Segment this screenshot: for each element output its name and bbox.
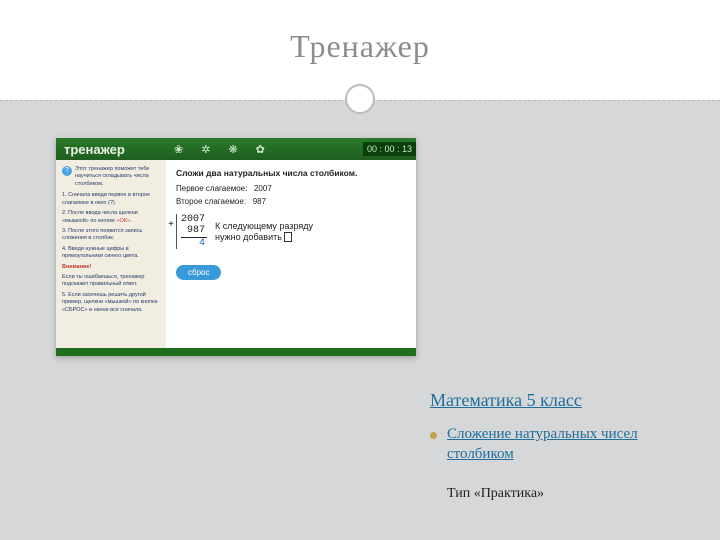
trainer-bottombar xyxy=(56,348,416,356)
trainer-step: 5. Если захочешь решить другой пример, щ… xyxy=(62,292,160,314)
trainer-intro: Этот тренажер поможет тебе научиться скл… xyxy=(75,166,160,188)
trainer-timer: 00 : 00 : 13 xyxy=(363,142,416,156)
slide-title: Тренажер xyxy=(0,0,720,65)
answer-box-icon xyxy=(284,232,292,242)
calc-result: 4 xyxy=(181,238,207,249)
trainer-body: ? Этот тренажер поможет тебе научиться с… xyxy=(56,160,416,348)
slide: Тренажер тренажер ❀ ✲ ❋ ✿ 00 : 00 : 13 ?… xyxy=(0,0,720,540)
trainer-topbar-icons: ❀ ✲ ❋ ✿ xyxy=(166,143,363,156)
bullet-icon xyxy=(430,432,437,439)
trainer-sidebar: ? Этот тренажер поможет тебе научиться с… xyxy=(56,160,166,348)
reset-button[interactable]: сброс xyxy=(176,265,221,280)
calc-n1: 2007 xyxy=(181,214,207,225)
calc-hint: К следующему разряду нужно добавить xyxy=(215,221,313,243)
link-topic[interactable]: Сложение натуральных чисел столбиком xyxy=(447,425,680,464)
trainer-main: Сложи два натуральных числа столбиком. П… xyxy=(166,160,416,348)
trainer-warning-label: Внимание! xyxy=(62,264,160,271)
trainer-step: 3. После этого появится запись сложения … xyxy=(62,228,160,243)
calc-hint-line2: нужно добавить xyxy=(215,232,313,243)
first-value: 2007 xyxy=(254,184,272,193)
trainer-warning-text: Если ты ошибаешься, тренажер подскажет п… xyxy=(62,274,160,289)
trainer-first-row: Первое слагаемое: 2007 xyxy=(176,184,406,193)
link-subject[interactable]: Математика 5 класс xyxy=(430,390,582,410)
second-value: 987 xyxy=(253,197,266,206)
divider-dash-left xyxy=(0,100,341,101)
second-label: Второе слагаемое: xyxy=(176,197,246,206)
trainer-task-title: Сложи два натуральных числа столбиком. xyxy=(176,168,406,178)
first-label: Первое слагаемое: xyxy=(176,184,247,193)
calc-column: + 2007 987 4 xyxy=(176,214,207,249)
leaf-icon: ✿ xyxy=(256,143,265,156)
trainer-topbar: тренажер ❀ ✲ ❋ ✿ 00 : 00 : 13 xyxy=(56,138,416,160)
leaf-icon: ❀ xyxy=(174,143,183,156)
plus-icon: + xyxy=(168,220,174,231)
trainer-step: 2. После ввода числа щелкни «мышкой» по … xyxy=(62,210,160,225)
trainer-calc: + 2007 987 4 К следующему разряду нужно … xyxy=(176,214,406,249)
type-label: Тип «Практика» xyxy=(430,486,680,502)
bullet-row: Сложение натуральных чисел столбиком xyxy=(430,425,680,464)
calc-n2: 987 xyxy=(181,225,207,236)
trainer-screenshot: тренажер ❀ ✲ ❋ ✿ 00 : 00 : 13 ? Этот тре… xyxy=(56,138,416,356)
trainer-hint: ? Этот тренажер поможет тебе научиться с… xyxy=(62,166,160,188)
trainer-step: 4. Введи нужные цифры в прямоугольники с… xyxy=(62,246,160,261)
calc-hint-line1: К следующему разряду xyxy=(215,221,313,232)
trainer-step: 1. Сначала введи первое и второе слагаем… xyxy=(62,192,160,207)
links-block: Математика 5 класс Сложение натуральных … xyxy=(430,390,680,502)
divider-circle-icon xyxy=(345,84,375,114)
divider-dash-right xyxy=(379,100,720,101)
divider xyxy=(0,94,720,106)
leaf-icon: ❋ xyxy=(228,143,237,156)
info-icon: ? xyxy=(62,166,72,176)
leaf-icon: ✲ xyxy=(201,143,210,156)
trainer-brand: тренажер xyxy=(56,142,166,157)
trainer-second-row: Второе слагаемое: 987 xyxy=(176,197,406,206)
